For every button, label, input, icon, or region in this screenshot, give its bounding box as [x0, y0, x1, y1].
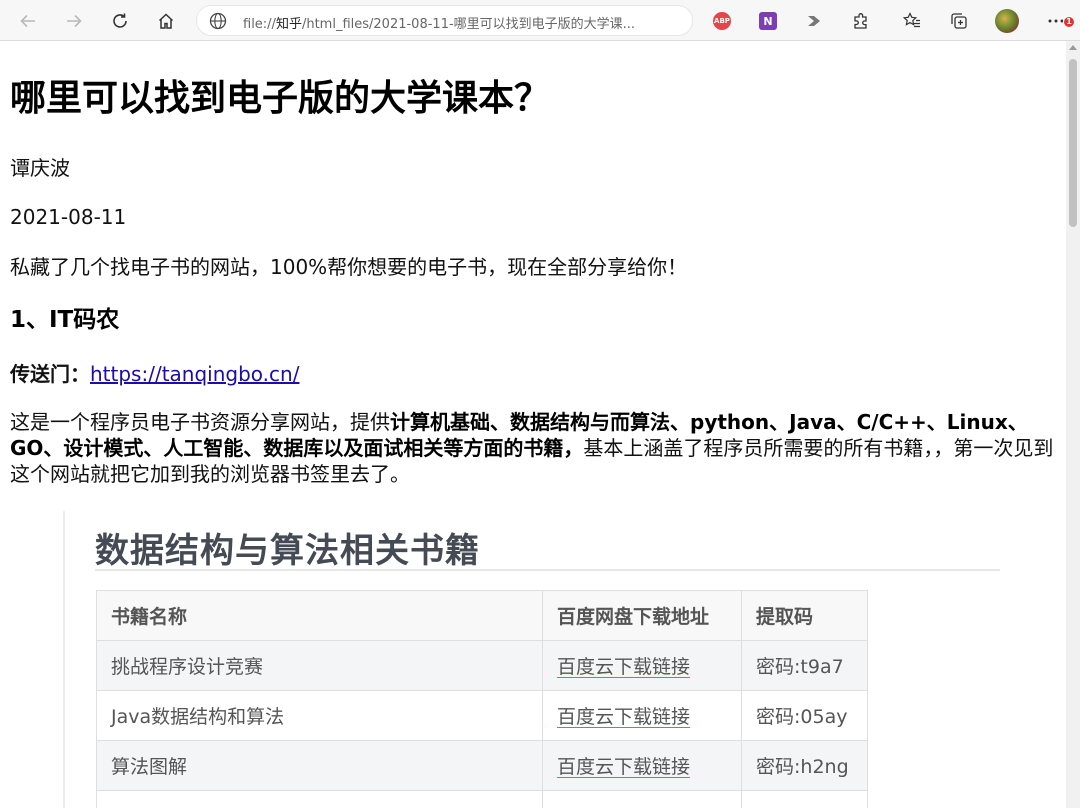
- onenote-extension-button[interactable]: N: [755, 8, 781, 34]
- para-start: 这是一个程序员电子书资源分享网站，提供: [10, 410, 390, 434]
- extensions-button[interactable]: [848, 8, 874, 34]
- home-button[interactable]: [153, 8, 179, 34]
- header-code: 提取码: [741, 590, 868, 641]
- book-name: 挑战程序设计竞赛: [96, 640, 543, 691]
- table-row-partial: [96, 790, 868, 808]
- book-name: Java数据结构和算法: [96, 690, 543, 741]
- figure-divider: [95, 569, 1000, 571]
- section-heading: 1、IT码农: [10, 307, 120, 333]
- adblock-extension-button[interactable]: ABP: [709, 8, 735, 34]
- star-list-icon: [902, 12, 920, 28]
- scroll-up-arrow-icon[interactable]: [1069, 45, 1077, 50]
- download-link-cell: 百度云下载链接: [542, 740, 742, 791]
- download-link-cell: 百度云下载链接: [542, 640, 742, 691]
- download-link: 百度云下载链接: [557, 756, 691, 778]
- download-link-cell: 百度云下载链接: [542, 690, 742, 741]
- extract-code: 密码:h2ng: [741, 740, 868, 791]
- url-host: 知乎: [275, 17, 302, 32]
- table-row: 算法图解 百度云下载链接 密码:h2ng: [96, 740, 868, 791]
- page-title: 哪里可以找到电子版的大学课本？: [10, 78, 551, 119]
- avatar: [995, 9, 1019, 33]
- notification-badge: 1: [1063, 16, 1075, 28]
- extract-code-partial: [741, 790, 868, 808]
- abp-icon: ABP: [713, 12, 731, 30]
- author-name: 谭庆波: [10, 156, 70, 180]
- arrow-extension-button[interactable]: [801, 8, 827, 34]
- refresh-icon: [113, 13, 127, 28]
- extract-code: 密码:05ay: [741, 690, 868, 741]
- address-url: file://知乎/html_files/2021-08-11-哪里可以找到电子…: [243, 13, 683, 32]
- table-row: 挑战程序设计竞赛 百度云下载链接 密码:t9a7: [96, 640, 868, 691]
- collections-icon: [951, 13, 967, 29]
- vertical-scrollbar[interactable]: [1066, 41, 1080, 808]
- back-button[interactable]: [15, 8, 41, 34]
- portal-link[interactable]: https://tanqingbo.cn/: [90, 362, 299, 386]
- description-paragraph: 这是一个程序员电子书资源分享网站，提供计算机基础、数据结构与而算法、python…: [10, 409, 1058, 487]
- arrow-icon: [808, 16, 820, 26]
- intro-text: 私藏了几个找电子书的网站，100%帮你想要的电子书，现在全部分享给你！: [10, 255, 688, 279]
- publish-date: 2021-08-11: [10, 205, 127, 229]
- figure-edge: [63, 511, 65, 808]
- collections-button[interactable]: [946, 8, 972, 34]
- settings-more-button[interactable]: 1: [1043, 8, 1075, 34]
- info-icon[interactable]: [209, 12, 227, 34]
- extract-code: 密码:t9a7: [741, 640, 868, 691]
- puzzle-icon: [854, 13, 867, 29]
- address-bar[interactable]: file://知乎/html_files/2021-08-11-哪里可以找到电子…: [196, 5, 693, 36]
- back-arrow-icon: [20, 14, 35, 28]
- download-link: 百度云下载链接: [557, 706, 691, 728]
- download-link: 百度云下载链接: [557, 656, 691, 678]
- url-path: /html_files/2021-08-11-哪里可以找到电子版的大学课...: [301, 17, 636, 32]
- book-table: 书籍名称 百度网盘下载地址 提取码 挑战程序设计竞赛 百度云下载链接 密码:t9…: [96, 590, 868, 808]
- home-icon: [158, 13, 174, 29]
- forward-button[interactable]: [61, 8, 87, 34]
- figure-title: 数据结构与算法相关书籍: [95, 531, 480, 571]
- book-name-partial: [96, 790, 543, 808]
- download-link-partial: [542, 790, 742, 808]
- onenote-icon: N: [759, 12, 777, 30]
- forward-arrow-icon: [67, 14, 82, 28]
- portal-label: 传送门：: [10, 362, 90, 386]
- table-header-row: 书籍名称 百度网盘下载地址 提取码: [96, 590, 868, 641]
- header-download: 百度网盘下载地址: [542, 590, 742, 641]
- url-prefix: file://: [243, 17, 276, 32]
- book-name: 算法图解: [96, 740, 543, 791]
- table-row: Java数据结构和算法 百度云下载链接 密码:05ay: [96, 690, 868, 741]
- book-table-image: 数据结构与算法相关书籍 书籍名称 百度网盘下载地址 提取码 挑战程序设计竞赛 百…: [63, 511, 1023, 808]
- scrollbar-thumb[interactable]: [1069, 59, 1077, 227]
- profile-button[interactable]: [994, 8, 1020, 34]
- refresh-button[interactable]: [107, 8, 133, 34]
- favorites-button[interactable]: [899, 8, 925, 34]
- header-book-name: 书籍名称: [96, 590, 543, 641]
- portal-line: 传送门：https://tanqingbo.cn/: [10, 361, 299, 387]
- browser-toolbar: file://知乎/html_files/2021-08-11-哪里可以找到电子…: [0, 0, 1080, 41]
